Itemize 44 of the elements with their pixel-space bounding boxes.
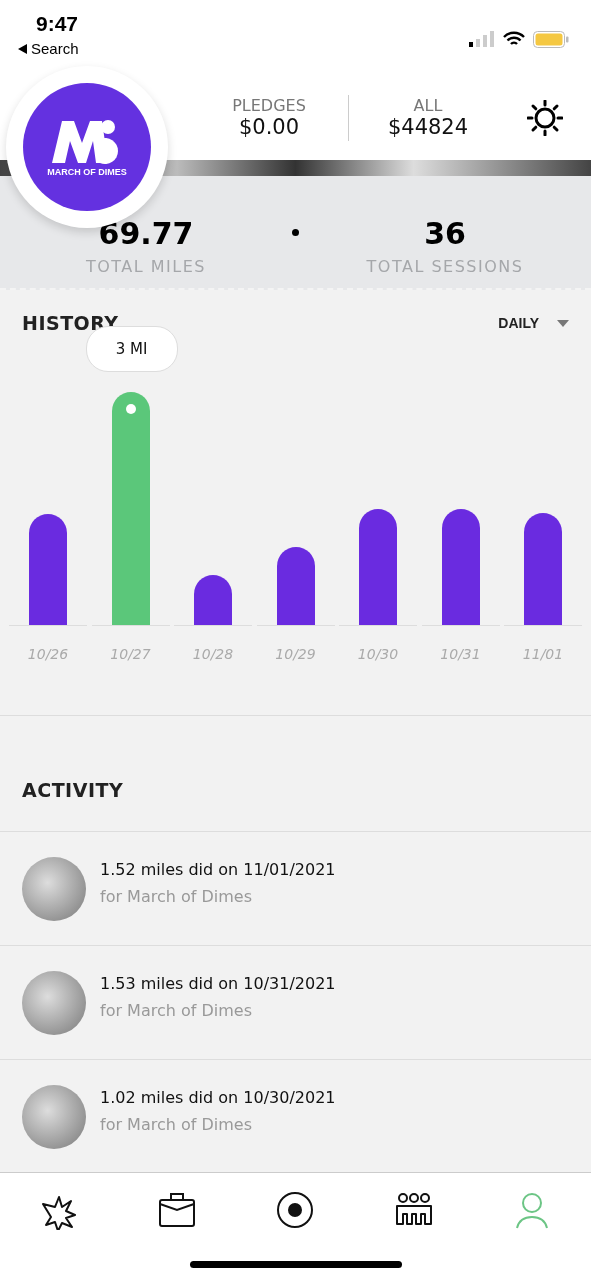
logo-text: MARCH OF DIMES <box>47 167 127 177</box>
status-time: 9:47 <box>35 12 79 36</box>
total-label: TOTAL MILES <box>85 257 206 276</box>
chart-bar[interactable] <box>359 509 397 625</box>
back-triangle-icon <box>18 43 27 54</box>
activity-row[interactable]: 1.52 miles did on 11/01/2021 for March of Dimes <box>0 832 591 946</box>
battery-icon <box>533 30 569 48</box>
chart-bar[interactable] <box>441 509 480 625</box>
total-label: TOTAL SESSIONS <box>366 257 524 276</box>
date-label: 11/01 <box>522 646 564 662</box>
caret-icon <box>557 319 569 327</box>
activity-text: 1.52 miles did on 11/01/2021 <box>100 859 336 879</box>
stat-label: PLEDGES <box>232 96 306 115</box>
stat-value: $0.00 <box>238 115 300 139</box>
settings-icon <box>527 99 563 136</box>
period-dropdown[interactable]: DAILY <box>498 315 569 331</box>
total-value: 36 <box>424 216 466 251</box>
stat-value: $44824 <box>387 115 469 139</box>
date-label: 10/30 <box>357 646 399 662</box>
date-label: 10/31 <box>440 646 481 662</box>
section-title: ACTIVITY <box>22 778 124 801</box>
chart-bar[interactable] <box>194 575 232 625</box>
activity-subtitle: for March of Dimes <box>100 1000 253 1020</box>
total-value: 69.77 <box>98 216 194 251</box>
activity-subtitle: for March of Dimes <box>100 1114 253 1134</box>
date-label: 10/26 <box>27 646 69 662</box>
record-icon <box>275 1190 316 1230</box>
activity-text: 1.53 miles did on 10/31/2021 <box>100 973 336 993</box>
wifi-icon <box>503 31 525 47</box>
chart-bar[interactable] <box>524 513 562 625</box>
date-label: 10/27 <box>110 646 151 662</box>
date-label: 10/29 <box>275 646 316 662</box>
briefcase-icon <box>157 1190 198 1230</box>
chart-bar[interactable] <box>276 547 315 625</box>
activity-row[interactable]: 1.53 miles did on 10/31/2021 for March of Dimes <box>0 946 591 1060</box>
signal-icon <box>469 31 495 47</box>
activity-text: 1.02 miles did on 10/30/2021 <box>100 1087 336 1107</box>
chart-bar[interactable] <box>29 514 67 625</box>
settings-button[interactable] <box>527 99 563 136</box>
stat-label: ALL <box>413 96 443 115</box>
activity-subtitle: for March of Dimes <box>100 886 253 906</box>
back-link[interactable]: Search <box>18 40 79 57</box>
separator-dot <box>292 229 299 236</box>
date-label: 10/28 <box>192 646 234 662</box>
